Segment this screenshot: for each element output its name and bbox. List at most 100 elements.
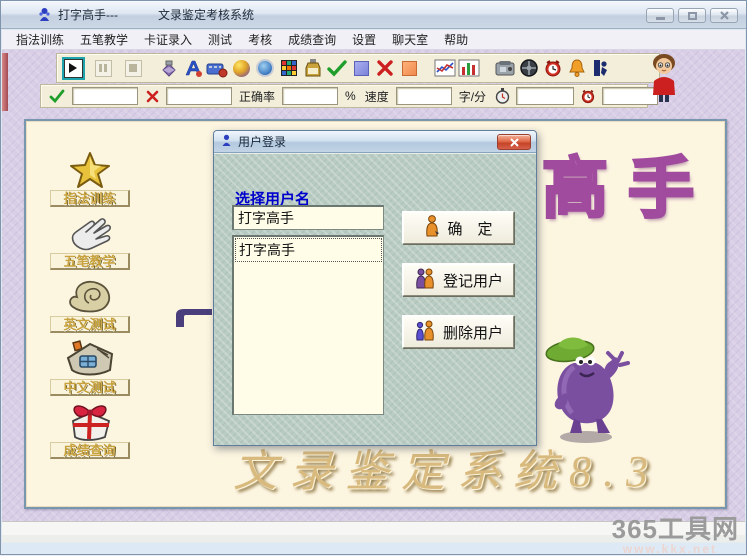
line-chart-icon[interactable] (433, 56, 457, 80)
eggplant-mascot (544, 333, 630, 451)
menu-item-wubi-teaching[interactable]: 五笔教学 (72, 29, 136, 50)
register-user-button[interactable]: 登记用户 (402, 263, 514, 296)
menu-item-score-query[interactable]: 成绩查询 (280, 29, 344, 50)
delete-users-icon (414, 319, 436, 345)
stopwatch-icon (493, 87, 511, 105)
delete-button-label: 删除用户 (443, 322, 503, 343)
bar-chart-icon[interactable] (457, 56, 481, 80)
titlebar[interactable]: 打字高手--- 文录鉴定考核系统 (1, 1, 746, 29)
menu-item-assessment[interactable]: 考核 (240, 29, 280, 50)
username-input[interactable] (232, 205, 384, 230)
sidebar-item-score-query[interactable]: 成绩查询 (50, 403, 130, 459)
gift-icon (50, 403, 130, 441)
phone-icon[interactable] (493, 56, 517, 80)
big-title: 高手 (542, 135, 714, 231)
menu-item-settings[interactable]: 设置 (344, 29, 384, 50)
check-icon[interactable] (325, 56, 349, 80)
dialog-body: 选择用户名 打字高手 确 定 登 (214, 153, 536, 445)
exit-icon[interactable] (589, 56, 613, 80)
maximize-button[interactable] (678, 8, 706, 23)
setup-icon[interactable] (157, 56, 181, 80)
stop-icon[interactable] (121, 56, 145, 80)
menubar: 指法训练 五笔教学 卡证录入 测试 考核 成绩查询 设置 聊天室 帮助 (2, 30, 745, 50)
correct-count-icon (47, 86, 67, 106)
statusbar: 365工具网 www.kkx.net (2, 521, 745, 554)
app-window: 打字高手--- 文录鉴定考核系统 指法训练 五笔教学 卡证录入 测试 考核 成绩查… (0, 0, 747, 555)
sidebar-item-finger-training[interactable]: 指法训练 (50, 151, 130, 207)
register-users-icon (414, 267, 436, 293)
close-button[interactable] (710, 8, 738, 23)
username-list-item[interactable]: 打字高手 (235, 238, 382, 262)
percent-sign: % (343, 89, 358, 103)
minimize-button[interactable] (646, 8, 674, 23)
correct-count-field (72, 87, 138, 105)
stats-bar: 正确率 % 速度 字/分 (40, 84, 648, 108)
toolbar-grip (2, 53, 8, 111)
sidebar-label: 五笔教学 (50, 253, 130, 270)
sidebar-item-wubi-teaching[interactable]: 五笔教学 (50, 214, 130, 270)
sidebar-label: 指法训练 (50, 190, 130, 207)
hand-icon (50, 214, 130, 252)
wheel-icon[interactable] (517, 56, 541, 80)
dialog-close-icon (510, 138, 519, 147)
bell-icon[interactable] (565, 56, 589, 80)
orange-card-icon[interactable] (397, 56, 421, 80)
wrong-count-icon (143, 87, 161, 105)
sidebar-item-english-test[interactable]: 英文测试 (50, 277, 130, 333)
maximize-icon (688, 12, 697, 20)
menu-item-help[interactable]: 帮助 (436, 29, 476, 50)
window-controls (646, 8, 738, 23)
sidebar-label: 成绩查询 (50, 442, 130, 459)
wrong-count-field (166, 87, 232, 105)
window-title-app: 打字高手--- (58, 8, 118, 22)
menu-item-test[interactable]: 测试 (200, 29, 240, 50)
dialog-icon (220, 134, 233, 150)
app-icon (37, 7, 52, 22)
main-toolbar (56, 53, 660, 83)
dialog-title: 用户登录 (238, 133, 286, 150)
font-icon[interactable] (181, 56, 205, 80)
window-title-system: 文录鉴定考核系统 (158, 8, 254, 22)
hidden-glyph-fragment (172, 303, 214, 336)
sidebar: 指法训练 五笔教学 英文测试 (50, 151, 136, 466)
ok-button-label: 确 定 (447, 218, 492, 239)
pause-icon[interactable] (91, 56, 115, 80)
minimize-icon (656, 17, 665, 20)
accuracy-field (282, 87, 338, 105)
speed-label: 速度 (363, 88, 391, 105)
watermark-url: www.kkx.net (623, 542, 717, 556)
blue-card-icon[interactable] (349, 56, 373, 80)
sidebar-item-chinese-test[interactable]: 中文测试 (50, 340, 130, 396)
rubik-cube-icon[interactable] (277, 56, 301, 80)
globe-cd-icon[interactable] (253, 56, 277, 80)
accuracy-label: 正确率 (237, 88, 277, 105)
speed-unit-label: 字/分 (457, 88, 488, 105)
keyboard-icon[interactable] (205, 56, 229, 80)
red-x-icon[interactable] (373, 56, 397, 80)
ok-user-icon (424, 215, 440, 241)
play-icon[interactable] (61, 56, 85, 80)
main-canvas: 指法训练 五笔教学 英文测试 (24, 119, 727, 509)
sidebar-label: 英文测试 (50, 316, 130, 333)
speed-field (396, 87, 452, 105)
workspace: 正确率 % 速度 字/分 (2, 50, 745, 523)
close-icon (720, 11, 729, 20)
house-icon (50, 340, 130, 378)
delete-user-button[interactable]: 删除用户 (402, 315, 514, 348)
sidebar-label: 中文测试 (50, 379, 130, 396)
register-button-label: 登记用户 (443, 270, 503, 291)
ink-bottle-icon[interactable] (301, 56, 325, 80)
dialog-titlebar[interactable]: 用户登录 (214, 131, 536, 153)
user-ball-icon[interactable] (229, 56, 253, 80)
alarm-clock-icon[interactable] (541, 56, 565, 80)
shell-icon (50, 277, 130, 315)
menu-item-finger-training[interactable]: 指法训练 (8, 29, 72, 50)
ok-button[interactable]: 确 定 (402, 211, 514, 244)
dialog-close-button[interactable] (497, 134, 531, 150)
menu-item-card-entry[interactable]: 卡证录入 (136, 29, 200, 50)
boy-avatar (648, 53, 680, 103)
username-listbox[interactable]: 打字高手 (232, 235, 384, 415)
elapsed-time-field (516, 87, 574, 105)
menu-item-chatroom[interactable]: 聊天室 (384, 29, 436, 50)
watermark-text: 365工具网 (612, 509, 739, 546)
